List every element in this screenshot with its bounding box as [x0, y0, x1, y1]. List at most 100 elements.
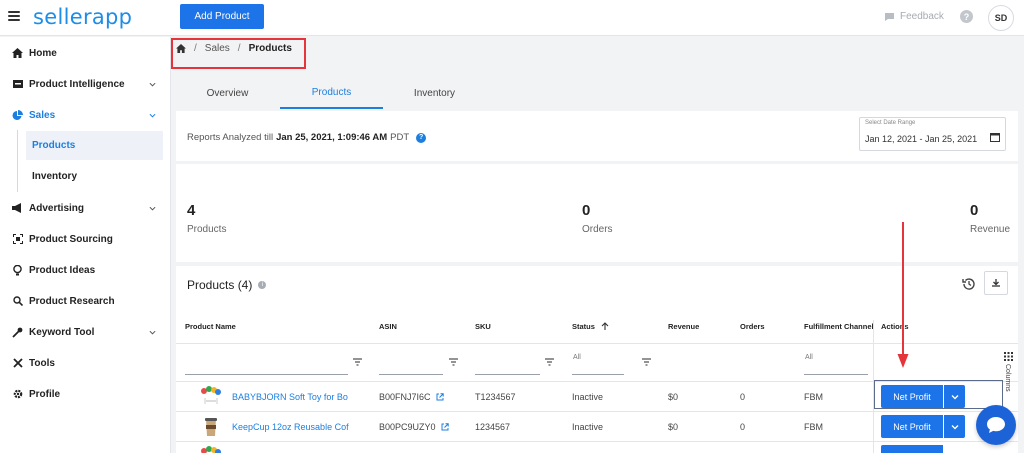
- add-product-button[interactable]: Add Product: [180, 4, 264, 29]
- pie-chart-icon: [12, 109, 23, 121]
- highlight-box: [171, 38, 306, 69]
- logo[interactable]: sellerapp: [33, 5, 132, 29]
- filter-icon[interactable]: [449, 358, 458, 366]
- history-icon[interactable]: [961, 276, 977, 292]
- report-timezone: PDT: [390, 132, 410, 143]
- sidebar-item-label: Profile: [29, 388, 61, 400]
- sidebar-item-product-research[interactable]: Product Research: [0, 287, 171, 315]
- download-icon: [992, 279, 1000, 287]
- asin-value: B00PC9UZY0: [379, 422, 436, 432]
- column-header-asin[interactable]: ASIN: [379, 322, 397, 331]
- sidebar-item-sales[interactable]: Sales: [0, 101, 171, 129]
- column-header-fulfillment[interactable]: Fulfillment Channel: [804, 322, 873, 331]
- column-header-sku[interactable]: SKU: [475, 322, 491, 331]
- columns-toggle[interactable]: Columns: [1002, 350, 1016, 410]
- column-header-status-label: Status: [572, 322, 595, 331]
- chevron-down-icon: [149, 330, 156, 335]
- product-name-filter-input[interactable]: [185, 352, 348, 375]
- key-icon: [12, 327, 23, 338]
- sidebar-item-label: Product Research: [29, 295, 115, 307]
- sidebar-item-product-sourcing[interactable]: Product Sourcing: [0, 225, 171, 253]
- columns-label: Columns: [1004, 364, 1011, 392]
- product-thumbnail: [201, 446, 221, 453]
- tab-products[interactable]: Products: [280, 78, 383, 109]
- external-link-icon[interactable]: [436, 393, 444, 401]
- sort-up-icon[interactable]: [601, 322, 609, 331]
- gear-icon: [12, 389, 23, 400]
- net-profit-button[interactable]: Net Profit: [881, 385, 943, 408]
- megaphone-icon: [12, 203, 23, 214]
- net-profit-button[interactable]: Net Profit: [881, 415, 943, 438]
- filter-icon[interactable]: [353, 358, 362, 366]
- sidebar-item-label: Product Intelligence: [29, 78, 125, 90]
- product-name-link[interactable]: BABYBJORN Soft Toy for Bo: [232, 392, 348, 402]
- net-profit-dropdown-button[interactable]: [944, 385, 965, 408]
- tab-bar: Overview Products Inventory: [176, 78, 1018, 109]
- asin-cell: B00PC9UZY0: [379, 422, 449, 432]
- stat-orders-label: Orders: [582, 224, 613, 235]
- info-icon[interactable]: i: [258, 281, 267, 289]
- products-table-card: Products (4) i Product Name ASIN SKU Sta…: [176, 266, 1018, 453]
- sidebar-item-keyword-tool[interactable]: Keyword Tool: [0, 318, 171, 346]
- column-header-revenue[interactable]: Revenue: [668, 322, 699, 331]
- asin-filter-input[interactable]: [379, 352, 443, 375]
- sidebar-subitem-inventory[interactable]: Inventory: [26, 162, 163, 191]
- column-header-product-name[interactable]: Product Name: [185, 322, 236, 331]
- stat-orders-value: 0: [582, 202, 591, 219]
- sidebar-item-product-intelligence[interactable]: Product Intelligence: [0, 70, 171, 98]
- orders-cell: 0: [740, 422, 746, 432]
- stat-revenue-label: Revenue: [970, 224, 1011, 235]
- sidebar-item-tools[interactable]: Tools: [0, 349, 171, 377]
- help-icon[interactable]: ?: [960, 10, 973, 23]
- external-link-icon[interactable]: [441, 423, 449, 431]
- filter-icon[interactable]: [545, 358, 554, 366]
- tab-inventory[interactable]: Inventory: [383, 78, 486, 109]
- report-timestamp: Jan 25, 2021, 1:09:46 AM: [276, 132, 388, 143]
- orders-cell: 0: [740, 392, 746, 402]
- filter-icon[interactable]: [642, 358, 651, 366]
- sidebar-item-label: Advertising: [29, 202, 85, 214]
- date-range-picker[interactable]: Select Date Range Jan 12, 2021 - Jan 25,…: [859, 117, 1006, 151]
- chevron-down-icon: [951, 394, 958, 399]
- sidebar: Home Product Intelligence Sales Products…: [0, 37, 171, 453]
- help-icon[interactable]: ?: [416, 132, 427, 143]
- product-name-link[interactable]: KeepCup 12oz Reusable Cof: [232, 422, 349, 432]
- column-header-orders[interactable]: Orders: [740, 322, 765, 331]
- revenue-cell: $0: [668, 392, 679, 402]
- products-title-text: Products (4): [187, 278, 253, 292]
- status-filter-select[interactable]: All: [572, 352, 624, 375]
- box-icon: [12, 79, 23, 90]
- report-prefix: Reports Analyzed till: [187, 132, 274, 143]
- net-profit-button[interactable]: [881, 445, 943, 453]
- sidebar-item-label: Keyword Tool: [29, 326, 95, 338]
- sidebar-item-product-ideas[interactable]: Product Ideas: [0, 256, 171, 284]
- chat-icon: [987, 417, 1005, 433]
- date-range-legend: Select Date Range: [865, 120, 916, 126]
- status-cell: Inactive: [572, 392, 604, 402]
- submenu-line: [17, 130, 18, 192]
- sidebar-item-label: Product Ideas: [29, 264, 96, 276]
- sidebar-item-profile[interactable]: Profile: [0, 380, 171, 408]
- chevron-down-icon: [951, 424, 958, 429]
- download-button[interactable]: [984, 271, 1008, 295]
- sourcing-icon: [12, 234, 23, 245]
- avatar[interactable]: SD: [988, 5, 1014, 31]
- chat-button[interactable]: [976, 405, 1016, 445]
- annotation-arrow: [897, 222, 909, 368]
- menu-icon[interactable]: [8, 11, 20, 23]
- tab-overview[interactable]: Overview: [176, 78, 279, 109]
- sku-filter-input[interactable]: [475, 352, 540, 375]
- row-divider: [176, 441, 1018, 442]
- fulfillment-filter-select[interactable]: All: [804, 352, 868, 375]
- sidebar-item-label: Home: [29, 47, 57, 59]
- net-profit-dropdown-button[interactable]: [944, 415, 965, 438]
- header-divider: [176, 343, 1018, 344]
- sidebar-item-label: Product Sourcing: [29, 233, 113, 245]
- column-header-status[interactable]: Status: [572, 322, 609, 331]
- calendar-icon[interactable]: [990, 132, 1000, 142]
- sidebar-item-advertising[interactable]: Advertising: [0, 194, 171, 222]
- feedback-label: Feedback: [900, 11, 944, 22]
- sidebar-item-home[interactable]: Home: [0, 39, 171, 67]
- feedback-link[interactable]: Feedback: [884, 11, 944, 22]
- sidebar-subitem-products[interactable]: Products: [26, 131, 163, 160]
